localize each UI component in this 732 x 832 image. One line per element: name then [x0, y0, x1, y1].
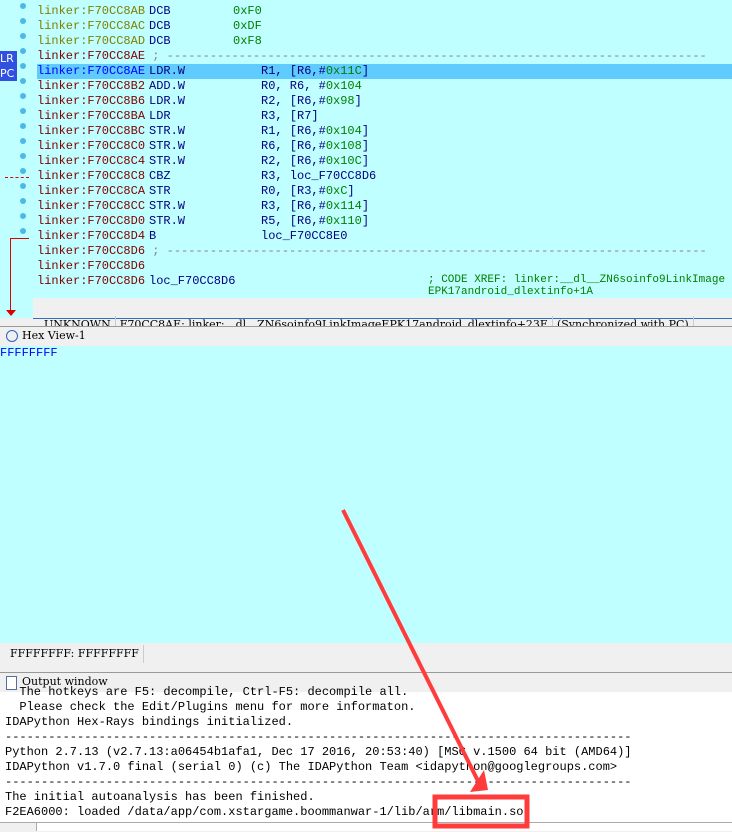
annotation-overlay	[341, 509, 530, 829]
annotation-arrow	[341, 509, 482, 786]
annotation-box	[432, 794, 530, 829]
